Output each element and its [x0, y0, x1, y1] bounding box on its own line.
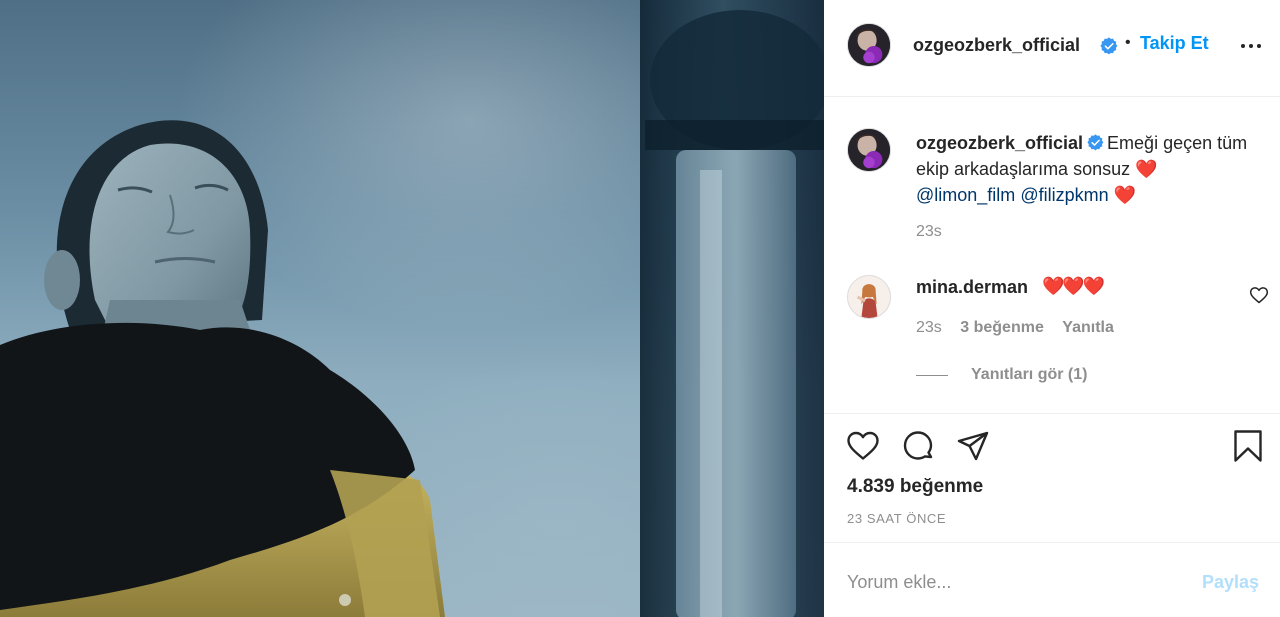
post-image[interactable] [0, 0, 824, 617]
caption-author-avatar[interactable] [847, 128, 891, 172]
separator-dot: • [1125, 34, 1131, 51]
verified-badge-icon [1087, 134, 1104, 151]
mention-link[interactable]: @limon_film [916, 185, 1015, 205]
heart-icon[interactable] [846, 429, 880, 463]
paper-plane-icon[interactable] [956, 429, 990, 463]
like-count[interactable]: 4.839 beğenme [847, 476, 983, 498]
photo-scene [0, 0, 824, 617]
comment-text: ❤️❤️❤️ [1042, 276, 1105, 296]
reply-button[interactable]: Yanıtla [1062, 319, 1114, 336]
verified-badge-icon [1100, 37, 1118, 55]
heart-emoji: ❤️ [1135, 159, 1158, 179]
add-comment-bar: Paylaş [824, 542, 1280, 617]
more-options-icon[interactable] [1239, 34, 1263, 58]
comment-input[interactable] [847, 569, 1167, 595]
comment-like-heart-icon[interactable] [1249, 285, 1269, 305]
post-time-ago[interactable]: 23 SAAT ÖNCE [847, 511, 946, 526]
commenter-avatar[interactable] [847, 275, 891, 319]
bookmark-icon[interactable] [1231, 429, 1265, 463]
comment-username[interactable]: mina.derman [916, 277, 1028, 298]
comment-likes[interactable]: 3 beğenme [960, 319, 1044, 336]
author-username[interactable]: ozgeozberk_official [913, 35, 1080, 56]
lantern-shape [640, 0, 824, 617]
post-comment-button[interactable]: Paylaş [1202, 572, 1259, 593]
caption-username[interactable]: ozgeozberk_official [916, 133, 1083, 153]
heart-emoji: ❤️ [1113, 185, 1137, 205]
author-avatar[interactable] [847, 23, 891, 67]
replies-divider [916, 375, 948, 376]
comment-timestamp[interactable]: 23s [916, 319, 942, 336]
caption-text: ozgeozberk_official Emeği geçen tüm ekip… [916, 130, 1256, 208]
mention-link[interactable]: @filizpkmn [1020, 185, 1108, 205]
view-replies-button[interactable]: Yanıtları gör (1) [971, 366, 1087, 384]
comment-bubble-icon[interactable] [901, 429, 935, 463]
caption-timestamp[interactable]: 23s [916, 223, 942, 241]
post-header: ozgeozberk_official • Takip Et [824, 0, 1280, 97]
comment-meta: 23s 3 beğenme Yanıtla [916, 319, 1128, 337]
follow-button[interactable]: Takip Et [1140, 33, 1209, 54]
post-side-panel: ozgeozberk_official • Takip Et ozgeozber… [824, 0, 1280, 617]
